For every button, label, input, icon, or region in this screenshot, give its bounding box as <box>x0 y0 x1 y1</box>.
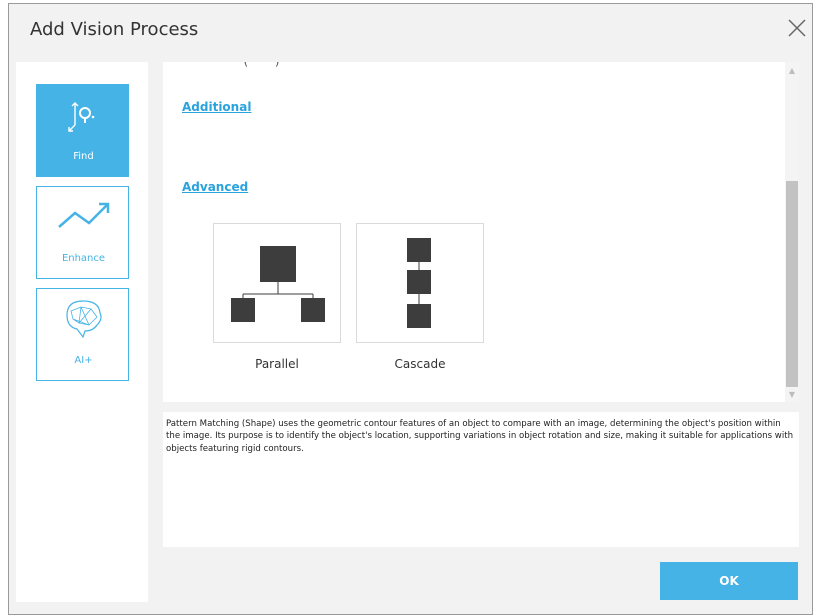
content-scrollbar[interactable]: ▲ ▼ <box>785 62 799 402</box>
parallel-option-label: Parallel <box>255 357 299 371</box>
sidebar-item-label: AI+ <box>74 355 93 366</box>
advanced-section-link[interactable]: Advanced <box>182 180 248 194</box>
additional-section-link[interactable]: Additional <box>182 100 251 114</box>
scroll-down-icon[interactable]: ▼ <box>785 388 799 402</box>
cascade-option-card[interactable] <box>356 223 484 343</box>
sidebar-item-label: Find <box>73 151 94 162</box>
sidebar-item-find[interactable]: Find <box>36 84 129 177</box>
find-point-icon <box>37 91 130 141</box>
scroll-thumb[interactable] <box>786 181 798 387</box>
sidebar-item-label: Enhance <box>61 253 106 264</box>
dialog-title: Add Vision Process <box>30 19 199 40</box>
parallel-diagram-icon <box>231 246 325 322</box>
clipped-text: · · · · (· · · ·) · · · · · · · · · · · … <box>213 62 371 68</box>
parallel-option-card[interactable] <box>213 223 341 343</box>
cascade-diagram-icon <box>407 238 431 328</box>
process-options-panel: · · · · (· · · ·) · · · · · · · · · · · … <box>163 62 799 402</box>
trend-up-icon <box>37 193 130 243</box>
dialog-title-bar: Add Vision Process <box>9 4 812 58</box>
description-panel: Pattern Matching (Shape) uses the geomet… <box>163 412 799 547</box>
cascade-option-label: Cascade <box>394 357 446 371</box>
close-icon <box>788 19 806 37</box>
sidebar-item-enhance[interactable]: Enhance <box>36 186 129 279</box>
sidebar-item-ai[interactable]: AI+ <box>36 288 129 381</box>
close-button[interactable] <box>783 14 811 42</box>
scroll-up-icon[interactable]: ▲ <box>785 64 799 78</box>
category-sidebar: Find Enhance AI+ <box>16 62 148 602</box>
ai-brain-icon <box>37 295 130 345</box>
ok-button[interactable]: OK <box>660 562 798 600</box>
process-description: Pattern Matching (Shape) uses the geomet… <box>166 419 794 454</box>
